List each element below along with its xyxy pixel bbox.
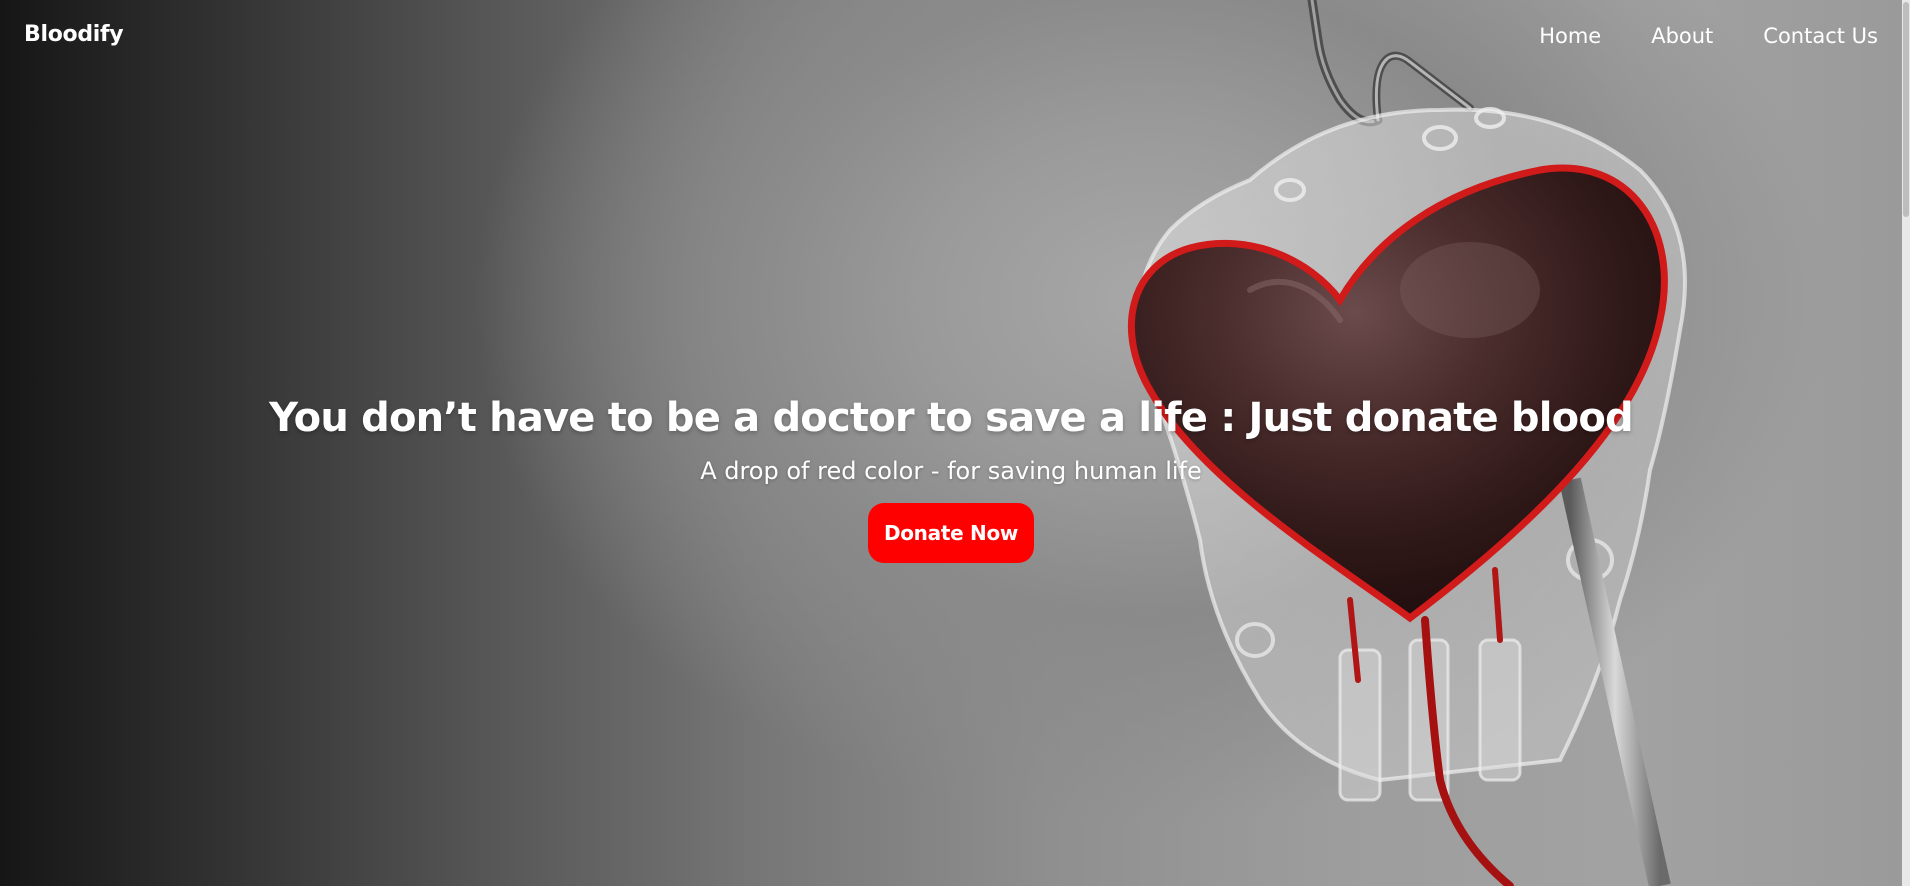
hero-subline: A drop of red color - for saving human l…: [700, 457, 1202, 485]
hero-headline: You don’t have to be a doctor to save a …: [269, 395, 1634, 441]
hero-section: Bloodify Home About Contact Us You don’t…: [0, 0, 1910, 886]
nav-links: Home About Contact Us: [1539, 24, 1878, 48]
hero-content: You don’t have to be a doctor to save a …: [0, 395, 1902, 563]
nav-link-home[interactable]: Home: [1539, 24, 1601, 48]
navbar: Bloodify Home About Contact Us: [0, 0, 1910, 78]
brand-logo[interactable]: Bloodify: [24, 22, 124, 47]
nav-link-contact-us[interactable]: Contact Us: [1763, 24, 1878, 48]
scrollbar-thumb[interactable]: [1903, 2, 1909, 217]
nav-link-about[interactable]: About: [1651, 24, 1713, 48]
page-scrollbar[interactable]: [1902, 0, 1910, 886]
donate-now-button[interactable]: Donate Now: [867, 503, 1035, 563]
